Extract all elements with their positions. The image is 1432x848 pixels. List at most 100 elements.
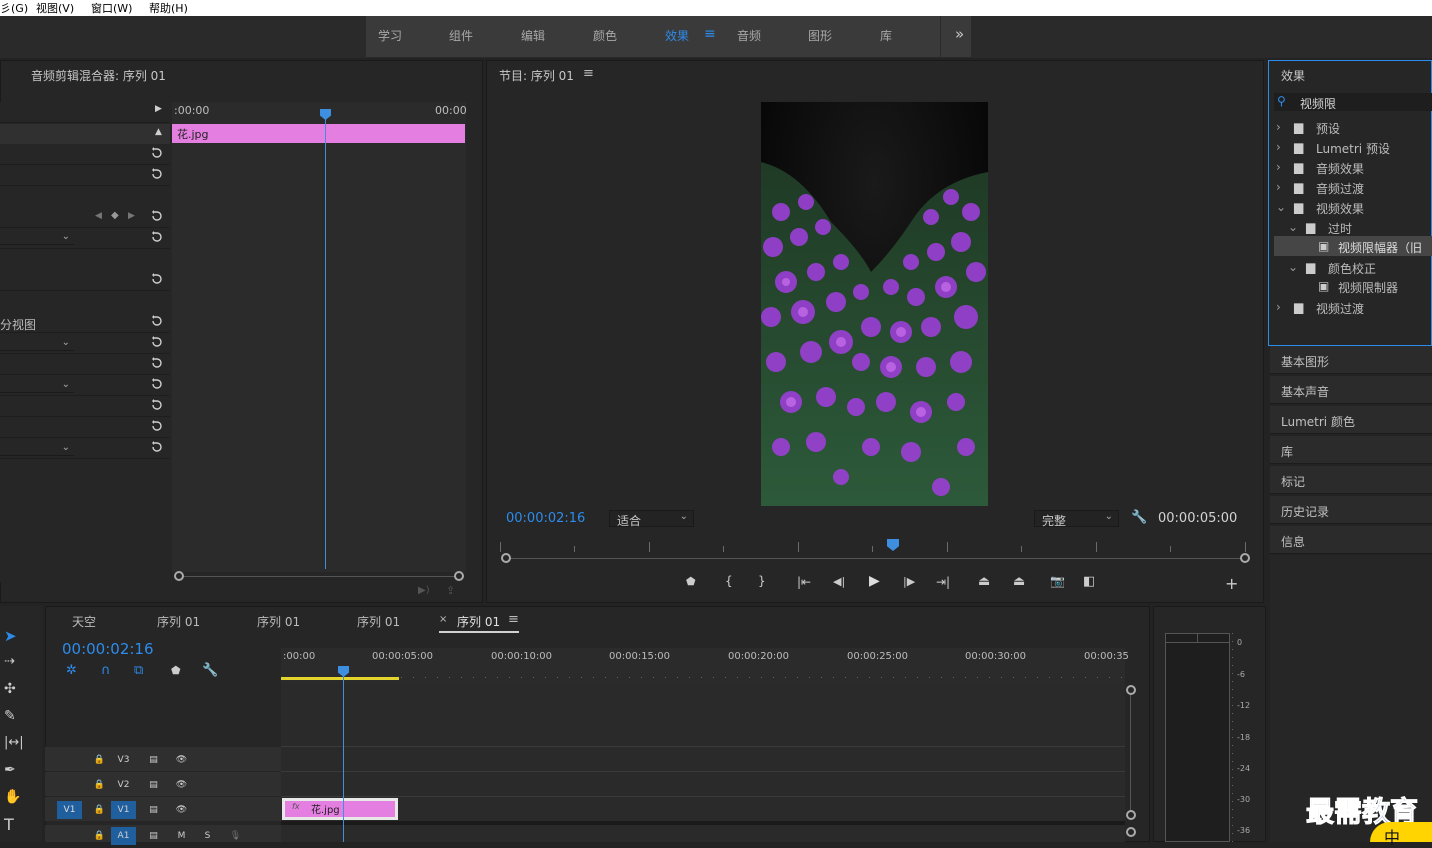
play-icon[interactable]: ▶ [869,573,880,589]
workspace-menu-icon[interactable]: ≡ [704,26,716,42]
selection-tool-icon[interactable]: ➤ [4,627,28,649]
reset-icon[interactable] [150,209,164,223]
track-label[interactable]: A1 [111,827,136,845]
comparison-view-icon[interactable]: ◧ [1083,574,1095,589]
section-lumetri-color[interactable]: Lumetri 颜色 [1270,406,1432,434]
mic-icon[interactable]: 🎙 [223,827,248,845]
clip-bar[interactable]: 花.jpg [172,124,465,143]
slip-tool-icon[interactable]: |↔| [4,735,28,757]
reset-icon[interactable] [150,314,164,328]
sync-lock-icon[interactable]: ▤ [141,776,166,794]
dropdown[interactable]: ⌄ [0,442,74,456]
reset-icon[interactable] [150,419,164,433]
monitor-zoom-bar[interactable] [506,558,1244,559]
section-essential-graphics[interactable]: 基本图形 [1270,346,1432,374]
close-tab-icon[interactable]: × [439,614,447,625]
mute-button[interactable]: M [169,827,194,845]
vertical-scrollbar[interactable] [1130,690,1131,810]
razor-tool-icon[interactable]: ✎ [4,708,28,730]
tab-color[interactable]: 颜色 [593,27,617,44]
sync-lock-icon[interactable]: ▤ [141,751,166,769]
keyframe-add-icon[interactable]: ◆ [111,210,119,221]
reset-icon[interactable] [150,377,164,391]
scroll-handle-top[interactable] [1126,685,1136,695]
panel-menu-icon[interactable]: ≡ [583,66,594,81]
tab-effects[interactable]: 效果 [665,27,689,44]
section-history[interactable]: 历史记录 [1270,496,1432,524]
linked-selection-icon[interactable]: ⧉ [134,663,143,678]
track-label[interactable]: V1 [111,801,136,819]
add-marker-icon[interactable]: ⬟ [171,664,181,677]
reset-icon[interactable] [150,356,164,370]
extract-icon[interactable]: ⏏ [1013,574,1025,589]
dropdown[interactable]: ⌄ [0,337,74,351]
work-area-bar[interactable] [281,677,399,680]
zoom-handle-right[interactable] [454,571,464,581]
lock-icon[interactable]: 🔒 [87,751,112,769]
section-libraries[interactable]: 库 [1270,436,1432,464]
menu-window[interactable]: 窗口(W) [91,0,132,16]
reset-icon[interactable] [150,335,164,349]
lock-icon[interactable]: 🔒 [87,827,112,845]
menu-help[interactable]: 帮助(H) [149,0,188,16]
track-label[interactable]: V3 [111,751,136,769]
timeline-tab-seq[interactable]: 序列 01 [257,613,300,630]
effects-search-input[interactable]: ⚲ 视频限 [1274,93,1432,111]
timeline-tab-sky[interactable]: 天空 [72,613,96,630]
section-markers[interactable]: 标记 [1270,466,1432,494]
tree-item-presets[interactable]: › ▆ 预设 [1274,117,1432,137]
ripple-edit-tool-icon[interactable]: ✣ [4,681,28,703]
tree-item-video-limiter[interactable]: ▣ 视频限制器 [1274,276,1432,296]
tree-item-obsolete[interactable]: ⌄ ▆ 过时 [1274,217,1432,237]
tab-graphics[interactable]: 图形 [808,27,832,44]
tree-item-audio-effects[interactable]: › ▆ 音频效果 [1274,157,1432,177]
reset-icon[interactable] [150,398,164,412]
timeline-tab-seq[interactable]: 序列 01 [157,613,200,630]
section-info[interactable]: 信息 [1270,526,1432,554]
reset-icon[interactable] [150,167,164,181]
tree-item-audio-transitions[interactable]: › ▆ 音频过渡 [1274,177,1432,197]
zoom-scrollbar[interactable] [178,576,460,577]
step-forward-icon[interactable]: |▶ [903,575,915,588]
tab-assembly[interactable]: 组件 [449,27,473,44]
timeline-tab-seq[interactable]: 序列 01 [357,613,400,630]
go-to-out-icon[interactable]: ⇥| [936,575,950,589]
add-button-icon[interactable]: + [1225,574,1238,593]
lock-icon[interactable]: 🔒 [87,776,112,794]
source-patch-v1[interactable]: V1 [57,801,82,819]
expand-right-icon[interactable]: ▶ [155,104,162,114]
more-workspaces-icon[interactable]: » [955,25,964,43]
timeline-timecode[interactable]: 00:00:02:16 [62,640,154,658]
nest-icon[interactable]: ✲ [66,663,77,678]
settings-wrench-icon[interactable]: 🔧 [202,663,218,678]
section-essential-sound[interactable]: 基本声音 [1270,376,1432,404]
fit-dropdown[interactable]: 适合 ⌄ [609,510,694,528]
timeline-tab-active[interactable]: 序列 01 [457,613,500,630]
go-to-in-icon[interactable]: |⇤ [797,575,811,589]
lock-icon[interactable]: 🔒 [87,801,112,819]
sync-lock-icon[interactable]: ▤ [141,801,166,819]
quality-dropdown[interactable]: 完整 ⌄ [1034,510,1119,528]
type-tool-icon[interactable]: T [4,815,28,837]
monitor-time-ruler[interactable] [500,542,1248,552]
solo-button[interactable]: S [195,827,220,845]
ime-indicator[interactable]: 中 [1370,822,1432,847]
eye-icon[interactable]: 👁 [169,751,194,769]
dropdown[interactable]: ⌄ [0,379,74,393]
reset-icon[interactable] [150,272,164,286]
zoom-handle-left[interactable] [174,571,184,581]
add-marker-icon[interactable]: ⬟ [686,575,696,588]
menu-view[interactable]: 视图(V) [36,0,74,16]
wrench-icon[interactable]: 🔧 [1131,510,1147,525]
tree-item-video-transitions[interactable]: › ▆ 视频过渡 [1274,297,1432,317]
track-select-tool-icon[interactable]: ⇢ [4,654,28,676]
tree-item-video-effects[interactable]: ⌄ ▆ 视频效果 [1274,197,1432,217]
panel-menu-icon[interactable]: ≡ [508,612,519,627]
keyframe-next-icon[interactable]: ▶ [128,211,135,221]
collapse-up-icon[interactable]: ▲ [155,127,162,137]
pen-tool-icon[interactable]: ✒ [4,762,28,784]
reset-icon[interactable] [150,146,164,160]
tab-audio[interactable]: 音频 [737,27,761,44]
camera-icon[interactable]: 📷 [1050,574,1065,588]
sync-lock-icon[interactable]: ▤ [141,827,166,845]
